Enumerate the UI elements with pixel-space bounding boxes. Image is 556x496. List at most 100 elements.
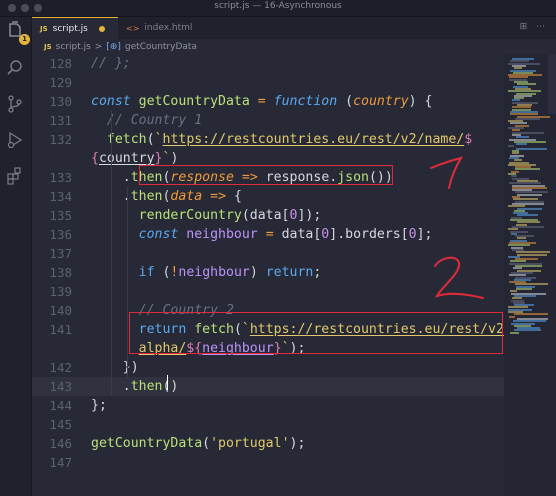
code-token: data [170,189,203,204]
code-text: }) [91,358,139,377]
breadcrumb-symbol[interactable]: getCountryData [125,42,197,52]
minimap-line [517,253,547,256]
js-file-icon: JS [44,43,52,51]
extensions-icon[interactable] [5,166,25,186]
code-text: .then() [91,377,179,396]
code-line[interactable]: 135 renderCountry(data[0]); [32,206,504,225]
code-line[interactable]: 130 const getCountryData = function (coun… [32,92,504,111]
minimap-line [510,331,519,334]
code-token: { [226,189,242,204]
tab-bar: JS script.js <> index.html ⊞ ⋯ [32,17,556,39]
code-token: => [210,189,227,204]
symbol-icon: [⊕] [106,42,121,52]
line-number: 132 [49,132,72,147]
line-number: 135 [49,208,72,223]
code-token: getCountryData [138,94,250,109]
activity-bar: 1 [0,17,32,496]
scrollbar-thumb[interactable] [548,54,556,114]
code-token: ) { [408,94,433,109]
line-number: 129 [49,75,72,90]
code-line[interactable]: 129 [32,73,504,92]
code-text: // }; [91,54,131,73]
line-number: 139 [49,284,72,299]
run-debug-icon[interactable] [5,130,25,150]
code-token: country [353,94,409,109]
text-cursor [167,375,168,390]
tab-script-js[interactable]: JS script.js [32,17,118,39]
unsaved-dot-icon[interactable] [98,25,105,32]
tab-label: index.html [144,23,193,33]
line-number: 146 [49,436,72,451]
minimap-line [514,313,548,316]
code-line[interactable]: 144}; [32,396,504,415]
indent-guide [127,187,128,377]
code-line[interactable]: 142 }) [32,358,504,377]
code-token: ( [202,436,211,451]
highlight-box-fetch [129,312,503,354]
code-token: const [91,94,139,109]
code-line[interactable]: 143 .then() [32,377,504,396]
search-icon[interactable] [5,58,25,78]
line-number: 141 [49,322,72,337]
indent-guide [111,111,112,396]
code-line[interactable]: 136 const neighbour = data[0].borders[0]… [32,225,504,244]
line-number: 143 [49,379,72,394]
code-token: country [98,151,155,166]
html-file-icon: <> [126,23,140,33]
code-line[interactable]: 145 [32,415,504,434]
code-token: ; [313,265,322,280]
code-token: ( [337,94,354,109]
code-token: ].borders[ [329,227,409,242]
line-number: 134 [49,189,72,204]
breadcrumb-file[interactable]: script.js [56,42,91,52]
line-number: 136 [49,227,72,242]
breadcrumb: JS script.js > [⊕] getCountryData [44,40,197,54]
line-number: 137 [49,246,72,261]
code-token: (data[ [241,208,290,223]
code-line[interactable]: 128 // }; [32,54,504,73]
code-token: ` [154,132,163,147]
code-token: return [265,265,314,280]
code-token: { [91,151,99,166]
minimap[interactable] [504,54,556,496]
highlight-box-response [139,165,393,185]
line-number: 138 [49,265,72,280]
code-line[interactable]: 132 fetch(`https://restcountries.eu/rest… [32,130,504,149]
files-icon[interactable]: 1 [5,21,30,45]
code-token: ) [170,151,179,166]
code-token: getCountryData [91,436,203,451]
code-text: renderCountry(data[0]); [91,206,322,225]
code-line[interactable]: 147 [32,453,504,472]
code-token: }) [91,360,139,375]
code-token: function [273,94,338,109]
code-token: neighbour [178,265,250,280]
code-line[interactable]: 131 // Country 1 [32,111,504,130]
line-number: 128 [49,56,72,71]
code-token: fetch [106,132,147,147]
split-editor-icon[interactable]: ⊞ ⋯ [520,22,548,32]
tab-index-html[interactable]: <> index.html [118,17,212,39]
code-token: ) [249,265,266,280]
code-line[interactable]: 146 getCountryData('portugal'); [32,434,504,453]
code-token: const [138,227,187,242]
window-title: script.js — 16-Asynchronous [214,1,342,11]
chevron-right-icon: > [94,42,103,52]
code-token: then [130,379,163,394]
code-editor[interactable]: 128 // }; 129 130 const getCountryData = fun… [32,54,504,496]
source-control-icon[interactable] [5,94,25,114]
js-file-icon: JS [40,24,48,33]
minimap-line [516,288,532,290]
line-number: 131 [49,113,72,128]
code-token: ( [146,132,155,147]
tab-label: script.js [52,23,88,34]
minimap-line [517,193,542,196]
code-token: // }; [91,56,131,71]
